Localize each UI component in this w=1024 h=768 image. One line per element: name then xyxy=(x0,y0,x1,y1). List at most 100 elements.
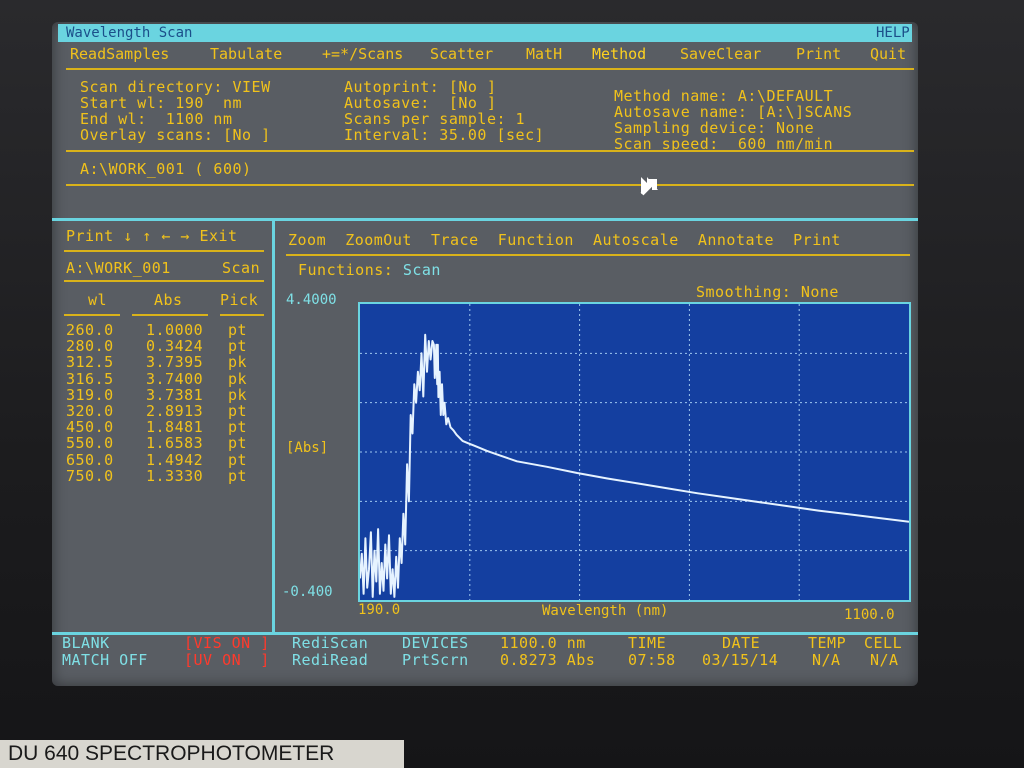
cell-pick: pt xyxy=(228,418,248,437)
rediread-button[interactable]: RediRead xyxy=(292,652,368,668)
cell-wl: 316.5 xyxy=(66,369,114,388)
autoprint[interactable]: Autoprint: [No ] xyxy=(344,79,497,95)
cell-pick: pt xyxy=(228,434,248,453)
menu-scans[interactable]: +=*/Scans xyxy=(322,46,403,62)
cell-abs: 3.7381 xyxy=(146,385,204,404)
date-value: 03/15/14 xyxy=(702,651,779,669)
prtscrn-button[interactable]: PrtScrn xyxy=(402,652,469,668)
menu-tabulate[interactable]: Tabulate xyxy=(210,46,282,62)
cell-wl: 450.0 xyxy=(66,418,114,437)
table-mode: Scan xyxy=(222,259,261,277)
x-axis-label: Wavelength (nm) xyxy=(542,603,669,619)
header-wl: wl xyxy=(88,291,108,309)
divider xyxy=(64,280,264,282)
rediscan-button[interactable]: RediScan xyxy=(292,635,368,651)
blank-status: BLANK xyxy=(62,634,110,652)
menu-print[interactable]: Print xyxy=(796,46,841,62)
divider xyxy=(286,254,910,256)
method-name[interactable]: Method name: A:\DEFAULT xyxy=(614,88,833,104)
autosave[interactable]: Autosave: [No ] xyxy=(344,95,497,111)
left-exit-button[interactable]: Exit xyxy=(199,227,237,245)
annotate-button[interactable]: Annotate xyxy=(698,231,774,249)
time-value: 07:58 xyxy=(628,651,676,669)
functions-value[interactable]: Scan xyxy=(403,261,441,279)
header-abs: Abs xyxy=(154,291,183,309)
title-bar: Wavelength Scan HELP xyxy=(58,24,912,42)
menu-method[interactable]: Method xyxy=(592,46,646,62)
start-wl[interactable]: Start wl: 190 nm xyxy=(80,95,242,111)
temp-label: TEMP xyxy=(808,634,847,652)
vis-lamp-status[interactable]: [VIS ON ] xyxy=(184,635,270,651)
cell-abs: 1.6583 xyxy=(146,434,204,453)
device-label-plate: DU 640 SPECTROPHOTOMETER xyxy=(0,740,404,768)
cell-wl: 320.0 xyxy=(66,402,114,420)
cell-abs: 0.3424 xyxy=(146,337,204,356)
frame-line xyxy=(52,632,918,635)
autosave-name[interactable]: Autosave name: [A:\]SCANS xyxy=(614,104,852,120)
divider xyxy=(66,68,914,70)
help-button[interactable]: HELP xyxy=(876,24,910,42)
function-button[interactable]: Function xyxy=(498,231,574,249)
scan-trace-line xyxy=(359,333,910,598)
frame-line xyxy=(272,218,275,632)
absorbance-readout: 0.8273 Abs xyxy=(500,651,596,669)
table-file: A:\WORK_001 xyxy=(66,259,171,277)
header-pick: Pick xyxy=(220,291,259,309)
cell-wl: 312.5 xyxy=(66,353,114,372)
arrow-up-icon[interactable]: ↑ xyxy=(142,227,152,245)
cell-abs: 1.0000 xyxy=(146,321,204,339)
y-max-label: 4.4000 xyxy=(286,292,337,308)
cell-abs: 3.7395 xyxy=(146,353,204,372)
menu-scatter[interactable]: Scatter xyxy=(430,46,493,62)
autoscale-button[interactable]: Autoscale xyxy=(593,231,679,249)
left-print-button[interactable]: Print xyxy=(66,227,114,245)
arrow-down-icon[interactable]: ↓ xyxy=(123,227,133,245)
sampling-device[interactable]: Sampling device: None xyxy=(614,120,814,136)
uv-lamp-status[interactable]: [UV ON ] xyxy=(184,652,270,668)
scans-per-sample[interactable]: Scans per sample: 1 xyxy=(344,111,525,127)
wavelength-readout: 1100.0 nm xyxy=(500,634,586,652)
smoothing-label[interactable]: Smoothing: None xyxy=(696,284,839,300)
arrow-left-icon[interactable]: ← xyxy=(161,227,171,245)
cell-abs: 1.8481 xyxy=(146,418,204,437)
trace-button[interactable]: Trace xyxy=(431,231,479,249)
x-min-label: 190.0 xyxy=(358,602,401,618)
divider xyxy=(64,250,264,252)
cell-abs: 2.8913 xyxy=(146,402,204,420)
zoom-button[interactable]: Zoom xyxy=(288,231,326,249)
current-file: A:\WORK_001 ( 600) xyxy=(80,160,252,178)
cell-wl: 650.0 xyxy=(66,450,114,469)
divider xyxy=(66,150,914,152)
match-status: MATCH OFF xyxy=(62,651,148,669)
cell-pick: pk xyxy=(228,369,248,388)
date-label: DATE xyxy=(722,634,761,652)
main-menu: ReadSamples Tabulate +=*/Scans Scatter M… xyxy=(58,42,912,66)
menu-math[interactable]: MatH xyxy=(526,46,562,62)
end-wl[interactable]: End wl: 1100 nm xyxy=(80,111,233,127)
interval[interactable]: Interval: 35.00 [sec] xyxy=(344,127,544,143)
frame-line xyxy=(52,218,918,221)
divider xyxy=(64,314,120,316)
devices-button[interactable]: DEVICES xyxy=(402,635,469,651)
scan-directory[interactable]: Scan directory: VIEW xyxy=(80,79,271,95)
overlay-scans[interactable]: Overlay scans: [No ] xyxy=(80,127,271,143)
graph-menu: Zoom ZoomOut Trace Function Autoscale An… xyxy=(288,232,841,248)
menu-saveclear[interactable]: SaveClear xyxy=(680,46,761,62)
cell-pick: pt xyxy=(228,402,248,420)
menu-read-samples[interactable]: ReadSamples xyxy=(70,46,169,62)
functions-label-text: Functions: xyxy=(298,261,394,279)
cell-wl: 280.0 xyxy=(66,337,114,356)
cell-pick: pt xyxy=(228,450,248,469)
arrow-right-icon[interactable]: → xyxy=(180,227,190,245)
y-axis-label: [Abs] xyxy=(286,440,329,456)
scan-plot[interactable] xyxy=(358,302,911,602)
zoomout-button[interactable]: ZoomOut xyxy=(345,231,412,249)
instrument-screen: Wavelength Scan HELP ReadSamples Tabulat… xyxy=(52,22,918,686)
cell-abs: 1.3330 xyxy=(146,466,204,485)
menu-quit[interactable]: Quit xyxy=(870,46,906,62)
graph-print-button[interactable]: Print xyxy=(793,231,841,249)
cell-pick: pt xyxy=(228,337,248,356)
cell-wl: 260.0 xyxy=(66,321,114,339)
cell-wl: 550.0 xyxy=(66,434,114,453)
divider xyxy=(220,314,264,316)
